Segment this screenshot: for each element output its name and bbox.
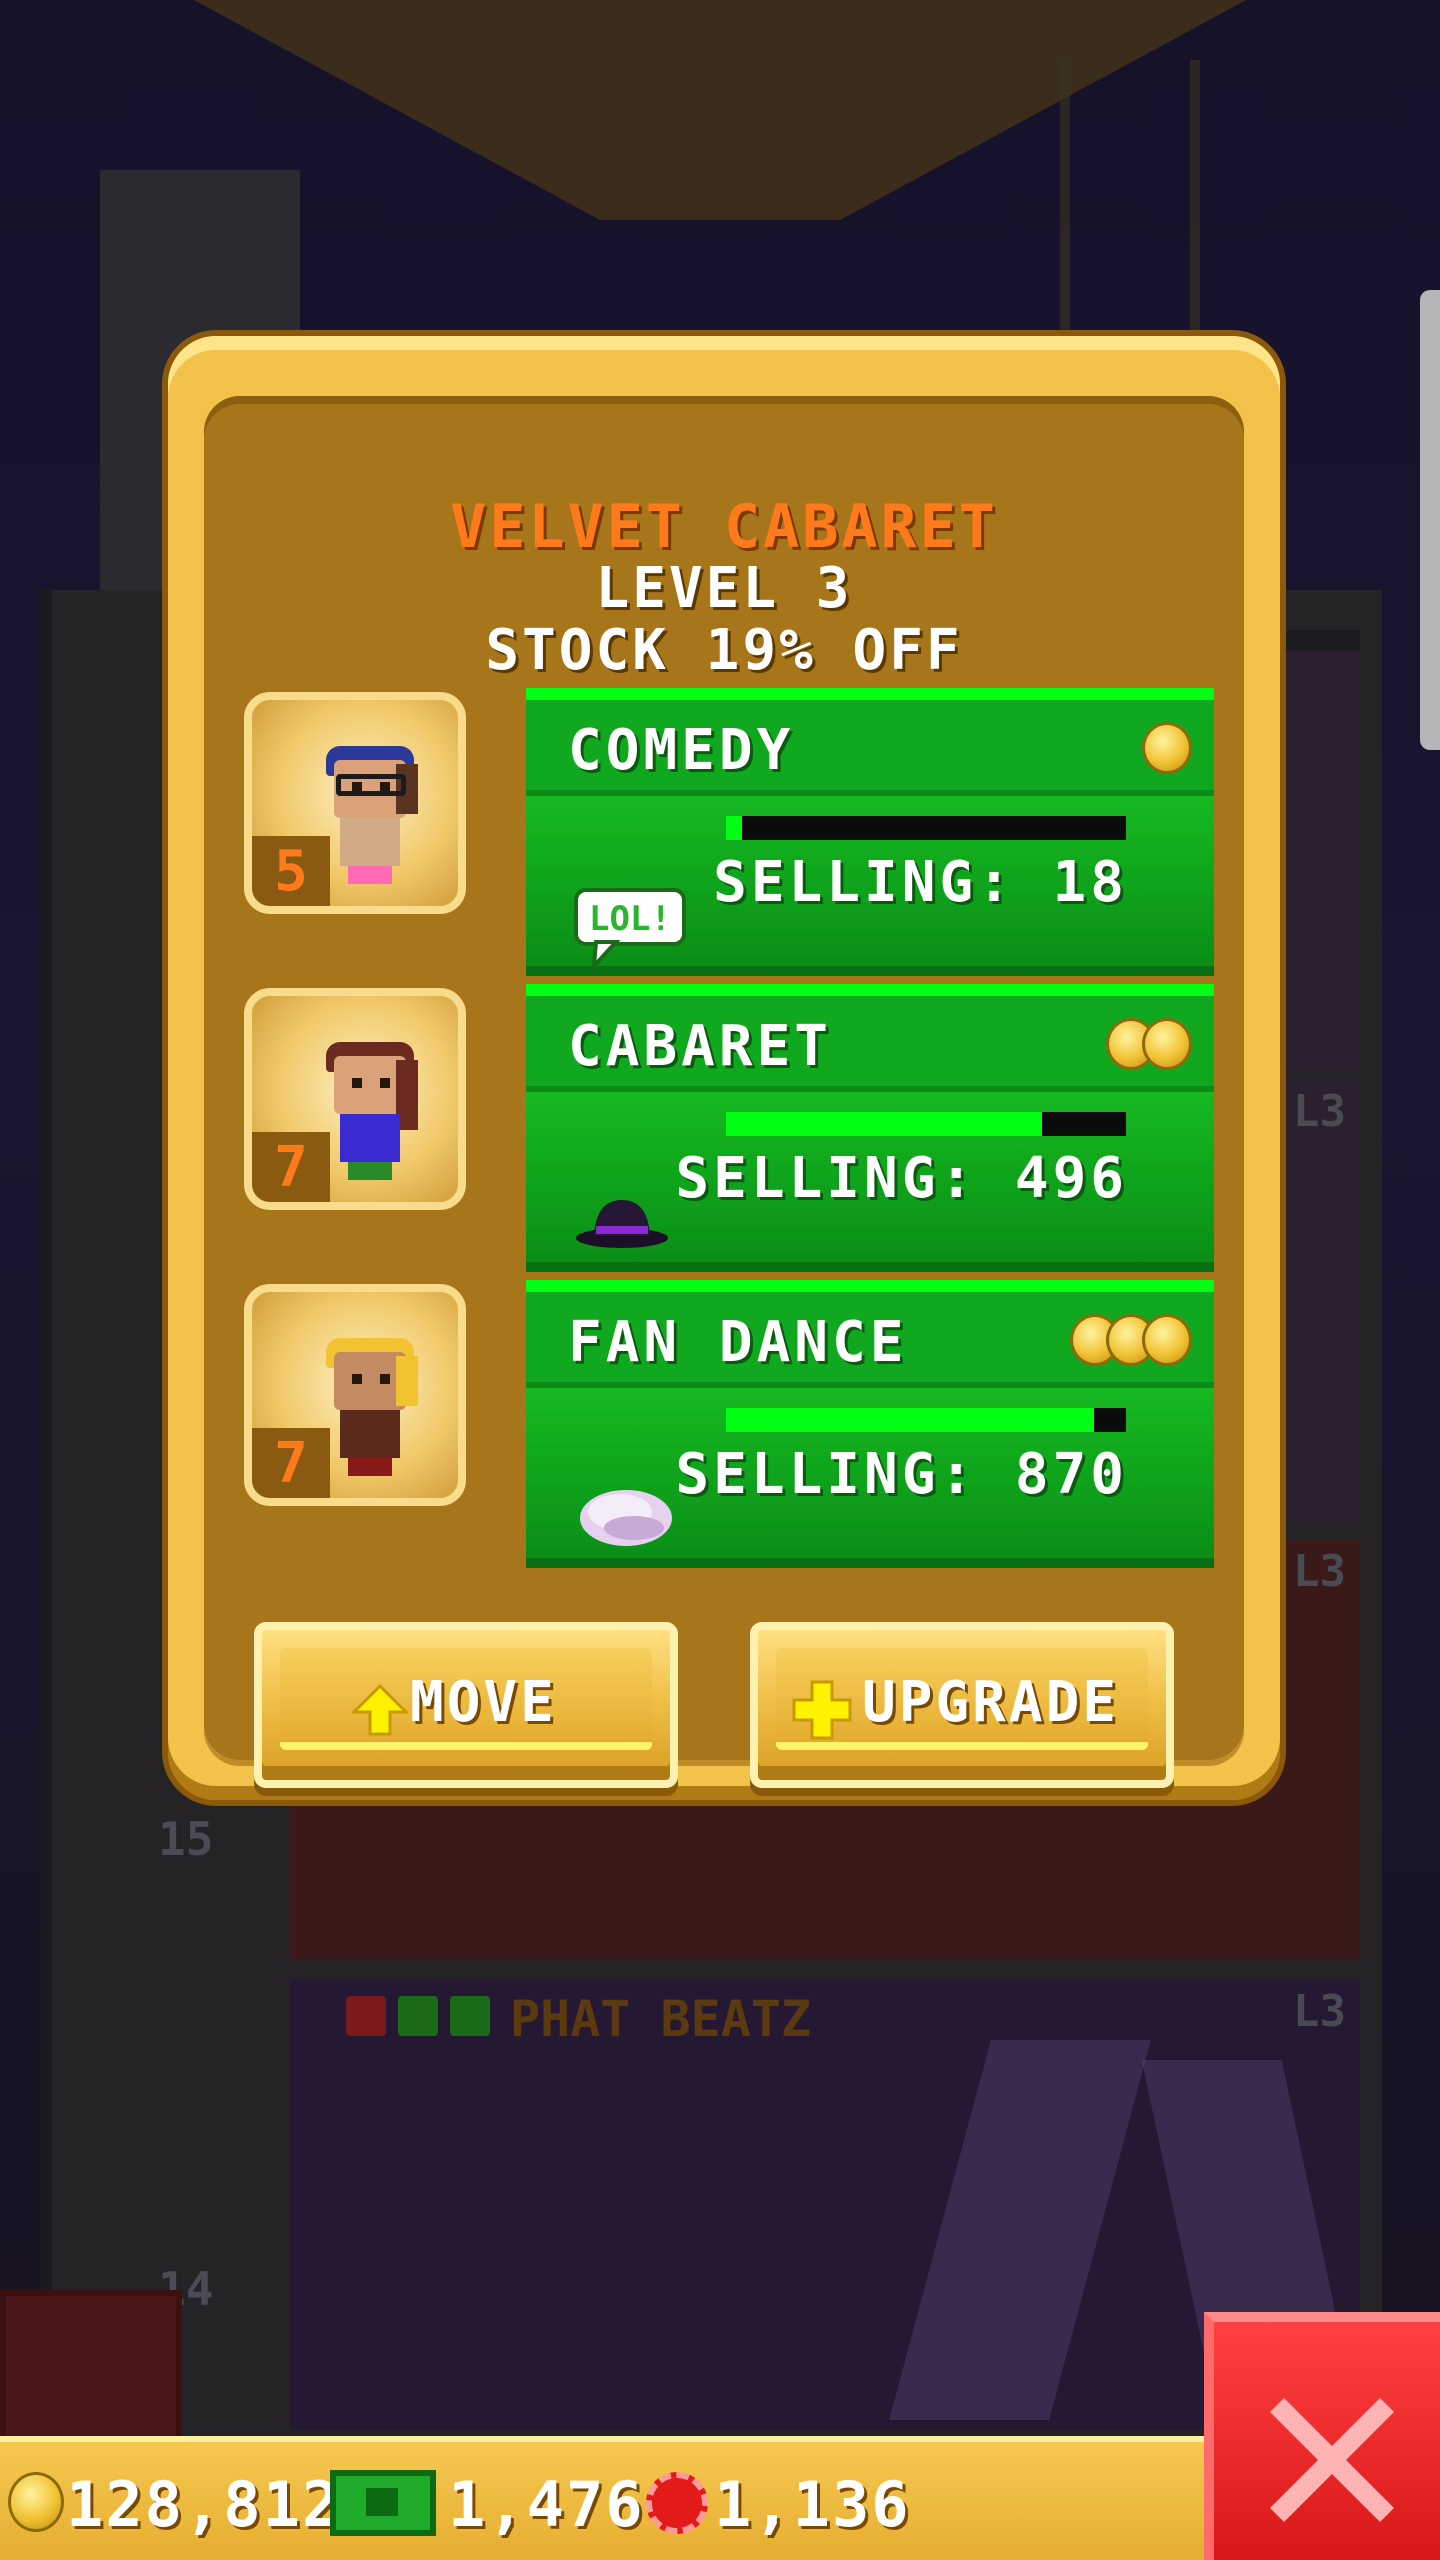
product-card[interactable]: FAN DANCE SELLING: 870 (526, 1280, 1214, 1568)
move-button[interactable]: MOVE (254, 1622, 678, 1788)
check-status-icon (450, 1996, 490, 2036)
floor-level-tag: L3 (1293, 1986, 1346, 2037)
staff-avatar (322, 746, 418, 886)
product-name: COMEDY (568, 718, 795, 783)
staff-portrait[interactable]: 5 (244, 692, 466, 914)
product-name: FAN DANCE (568, 1310, 908, 1375)
product-tier-coins (1106, 1018, 1196, 1070)
selling-count: SELLING: 870 (675, 1442, 1128, 1507)
crane-tower (1060, 60, 1200, 360)
feather-fan-icon (572, 1476, 682, 1560)
coin-icon (1142, 1018, 1192, 1070)
bowler-hat-icon (572, 1192, 672, 1256)
business-name: VELVET CABARET (450, 492, 998, 562)
close-button[interactable] (1204, 2312, 1440, 2560)
staff-portrait[interactable]: 7 (244, 1284, 466, 1506)
product-card[interactable]: CABARET SELLING: 496 (526, 984, 1214, 1272)
product-tier-coins (1142, 722, 1196, 774)
staff-avatar (322, 1338, 418, 1478)
stock-progress-bar (726, 1408, 1126, 1432)
coin-icon (1142, 1314, 1192, 1366)
coin-icon (1142, 722, 1192, 774)
elevator-button[interactable] (0, 2290, 182, 2452)
product-tier-coins (1070, 1314, 1196, 1366)
floor-name-label: PHAT BEATZ (510, 1990, 812, 2048)
selling-count: SELLING: 496 (675, 1146, 1128, 1211)
staff-portrait[interactable]: 7 (244, 988, 466, 1210)
tower-bux-icon (330, 2470, 436, 2536)
stock-progress-bar (726, 1112, 1126, 1136)
floor-number: 15 (158, 1812, 214, 1866)
move-button-label: MOVE (410, 1670, 557, 1735)
plus-icon (792, 1680, 852, 1740)
product-card[interactable]: COMEDY SELLING: 18 LOL! (526, 688, 1214, 976)
bux-balance: 1,476 (448, 2468, 645, 2541)
coin-icon (8, 2472, 64, 2532)
arrow-up-icon (352, 1683, 408, 1736)
check-status-icon (398, 1996, 438, 2036)
game-screen: L3 L3 L3 PHAT BEATZ 15 14 VELVET CABARET… (0, 0, 1440, 2560)
coin-balance: 128,812 (66, 2468, 342, 2541)
stock-progress-bar (726, 816, 1126, 840)
floor-level-tag: L3 (1293, 1546, 1346, 1597)
product-name: CABARET (568, 1014, 833, 1079)
lol-icon-text: LOL! (589, 899, 671, 939)
floor-level-tag: L3 (1293, 1086, 1346, 1137)
selling-count: SELLING: 18 (713, 850, 1128, 915)
stock-discount: STOCK 19% OFF (485, 618, 963, 683)
dream-job-level: 5 (252, 836, 330, 906)
stock-progress-fill (726, 1408, 1094, 1432)
stock-progress-fill (726, 816, 742, 840)
glasses-icon (336, 774, 406, 796)
dialog-panel: VELVET CABARET LEVEL 3 STOCK 19% OFF 5 C… (204, 396, 1244, 1788)
close-icon (1270, 2398, 1394, 2522)
chip-balance: 1,136 (714, 2468, 911, 2541)
upgrade-button[interactable]: UPGRADE (750, 1622, 1174, 1788)
side-scroll-handle[interactable] (1420, 290, 1440, 750)
stock-progress-fill (726, 1112, 1042, 1136)
poker-chip-icon (646, 2472, 708, 2534)
staff-avatar (322, 1042, 418, 1182)
dream-job-level: 7 (252, 1428, 330, 1498)
business-level: LEVEL 3 (595, 556, 853, 621)
dream-job-level: 7 (252, 1132, 330, 1202)
upgrade-button-label: UPGRADE (862, 1670, 1120, 1735)
cross-status-icon (346, 1996, 386, 2036)
lol-speech-bubble-icon: LOL! (572, 886, 688, 974)
business-info-dialog: VELVET CABARET LEVEL 3 STOCK 19% OFF 5 C… (168, 336, 1280, 1800)
